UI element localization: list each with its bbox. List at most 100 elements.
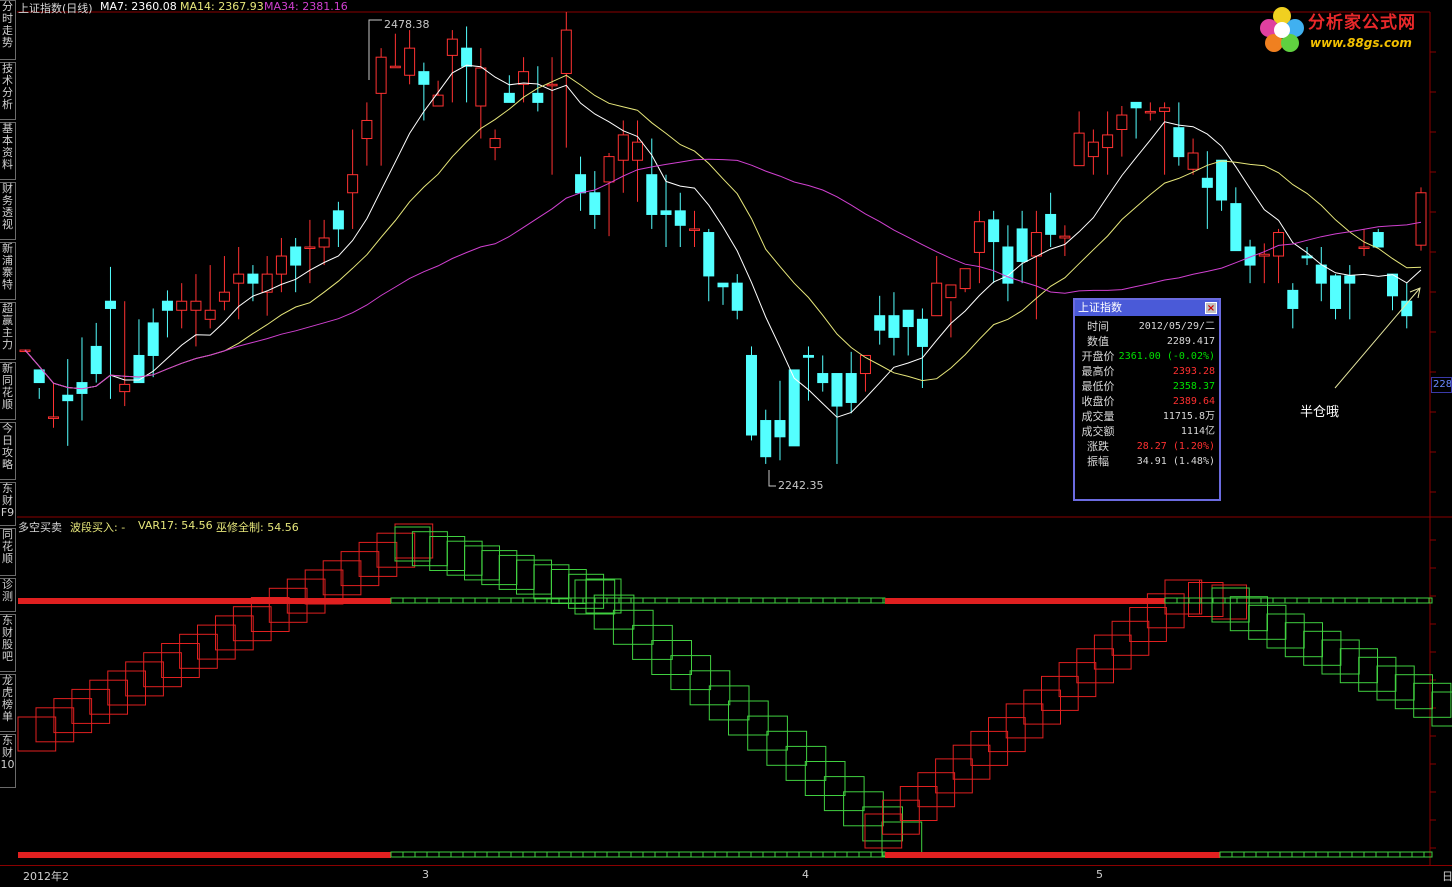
candle-body xyxy=(717,282,729,288)
indicator-box xyxy=(71,688,111,724)
indicator-box xyxy=(1005,703,1044,739)
popup-row: 振幅 34.91 (1.48%) xyxy=(1075,454,1219,469)
x-label-apr: 4 xyxy=(802,868,809,881)
popup-row-label: 最低价 xyxy=(1081,380,1115,393)
indicator-box xyxy=(179,633,218,669)
signal-band xyxy=(1164,597,1433,604)
popup-row-value: 11715.8万 xyxy=(1162,411,1215,422)
candle-body xyxy=(389,65,401,69)
indicator-box xyxy=(286,578,326,614)
indicator-box xyxy=(1211,584,1247,620)
stock-chart-svg[interactable] xyxy=(0,0,1452,883)
sidebar-item-6[interactable]: 超赢主力 xyxy=(0,302,16,360)
candle-body xyxy=(1216,159,1228,201)
popup-row-label: 涨跌 xyxy=(1087,440,1109,453)
candle-body xyxy=(375,56,387,94)
candle-body xyxy=(1315,264,1327,284)
sidebar-item-11[interactable]: 诊测 xyxy=(0,578,16,612)
sidebar-item-9[interactable]: 东财F9 xyxy=(0,482,16,526)
candle-body xyxy=(233,273,245,284)
indicator-box xyxy=(17,716,57,752)
indicator-box xyxy=(785,745,827,781)
indicator-box xyxy=(708,685,750,721)
candle-body xyxy=(133,354,145,384)
indicator-box xyxy=(766,730,808,766)
chart-stage xyxy=(0,0,1452,883)
candle-body xyxy=(176,300,188,311)
indicator-name: 多空买卖 xyxy=(18,521,62,534)
indicator-box xyxy=(53,698,93,734)
candle-body xyxy=(1144,110,1156,114)
indicator-box xyxy=(899,786,938,821)
indicator-box xyxy=(322,560,362,596)
sidebar-item-3[interactable]: 基本资料 xyxy=(0,122,16,180)
sidebar-item-1[interactable]: 分时走势 xyxy=(0,0,16,60)
candle-body xyxy=(1287,289,1299,309)
indicator-box xyxy=(1164,579,1200,615)
candle-body xyxy=(731,282,743,311)
candle-body xyxy=(104,300,116,309)
indicator-box xyxy=(1076,648,1115,684)
sidebar-item-8[interactable]: 今日攻略 xyxy=(0,422,16,480)
ma34-readout: MA34: 2381.16 xyxy=(264,0,348,13)
candle-body xyxy=(959,268,971,290)
candle-body xyxy=(1344,275,1356,284)
candle-body xyxy=(902,309,914,328)
sidebar-item-14[interactable]: 东财10 xyxy=(0,734,16,788)
candle-body xyxy=(361,119,373,140)
candle-body xyxy=(1087,141,1099,158)
candle-body xyxy=(318,237,330,248)
popup-row: 开盘价 2361.00 (-0.02%) xyxy=(1075,349,1219,364)
candle-body xyxy=(247,273,259,284)
sidebar-item-5[interactable]: 新浦寨特 xyxy=(0,242,16,300)
sidebar-item-2[interactable]: 技术分析 xyxy=(0,62,16,120)
bottom-axis-bar xyxy=(0,865,1452,884)
popup-row-value: 34.91 (1.48%) xyxy=(1136,456,1215,467)
sidebar-item-10[interactable]: 同花顺 xyxy=(0,528,16,576)
candle-body xyxy=(831,373,843,407)
indicator-box xyxy=(125,661,164,697)
popup-title: 上证指数 xyxy=(1078,301,1122,314)
candle-body xyxy=(1102,134,1114,149)
candle-body xyxy=(161,300,173,311)
candle-body xyxy=(632,141,644,161)
popup-row-value: 2289.417 xyxy=(1166,336,1215,347)
half-position-note: 半仓哦 xyxy=(1300,405,1340,420)
popup-row-label: 振幅 xyxy=(1087,455,1109,468)
candle-body xyxy=(916,318,928,347)
sidebar-item-7[interactable]: 新同花顺 xyxy=(0,362,16,420)
candle-body xyxy=(1173,127,1185,158)
candle-body xyxy=(1159,107,1171,112)
candle-body xyxy=(888,315,900,338)
candle-body xyxy=(446,38,458,56)
x-label-corner: 日 xyxy=(1442,870,1452,883)
high-label: 2478.38 xyxy=(384,18,430,31)
sidebar-item-12[interactable]: 东财股吧 xyxy=(0,614,16,672)
popup-row: 最高价 2393.28 xyxy=(1075,364,1219,379)
sidebar-item-4[interactable]: 财务透视 xyxy=(0,182,16,240)
candle-body xyxy=(1358,246,1370,249)
popup-row-label: 开盘价 xyxy=(1081,350,1115,363)
close-icon[interactable]: × xyxy=(1205,302,1217,314)
popup-title-bar[interactable]: 上证指数 × xyxy=(1075,300,1219,316)
candle-body xyxy=(674,210,686,226)
indicator-box xyxy=(376,532,416,568)
candle-body xyxy=(1201,177,1213,188)
logo-url[interactable]: www.88gs.com xyxy=(1310,36,1412,50)
popup-row-label: 成交量 xyxy=(1081,410,1115,423)
candle-body xyxy=(418,71,430,85)
logo-text: 分析家公式网 xyxy=(1308,13,1416,33)
indicator-box xyxy=(215,615,254,651)
indicator-box xyxy=(632,624,673,660)
indicator-wuxiu: 巫修全制: 54.56 xyxy=(216,521,299,534)
indicator-box xyxy=(747,715,788,751)
candle-body xyxy=(660,210,672,215)
popup-row: 成交量 11715.8万 xyxy=(1075,409,1219,424)
quote-popup[interactable]: 上证指数 × 时间 2012/05/29/二 数值 2289.417 开盘价 2361.0… xyxy=(1073,298,1221,501)
candle-body xyxy=(1258,253,1270,257)
indicator-box xyxy=(823,776,865,812)
indicator-box xyxy=(935,758,973,794)
sidebar-item-13[interactable]: 龙虎榜单 xyxy=(0,674,16,732)
indicator-box xyxy=(1093,634,1132,670)
candle-body xyxy=(1073,132,1085,167)
